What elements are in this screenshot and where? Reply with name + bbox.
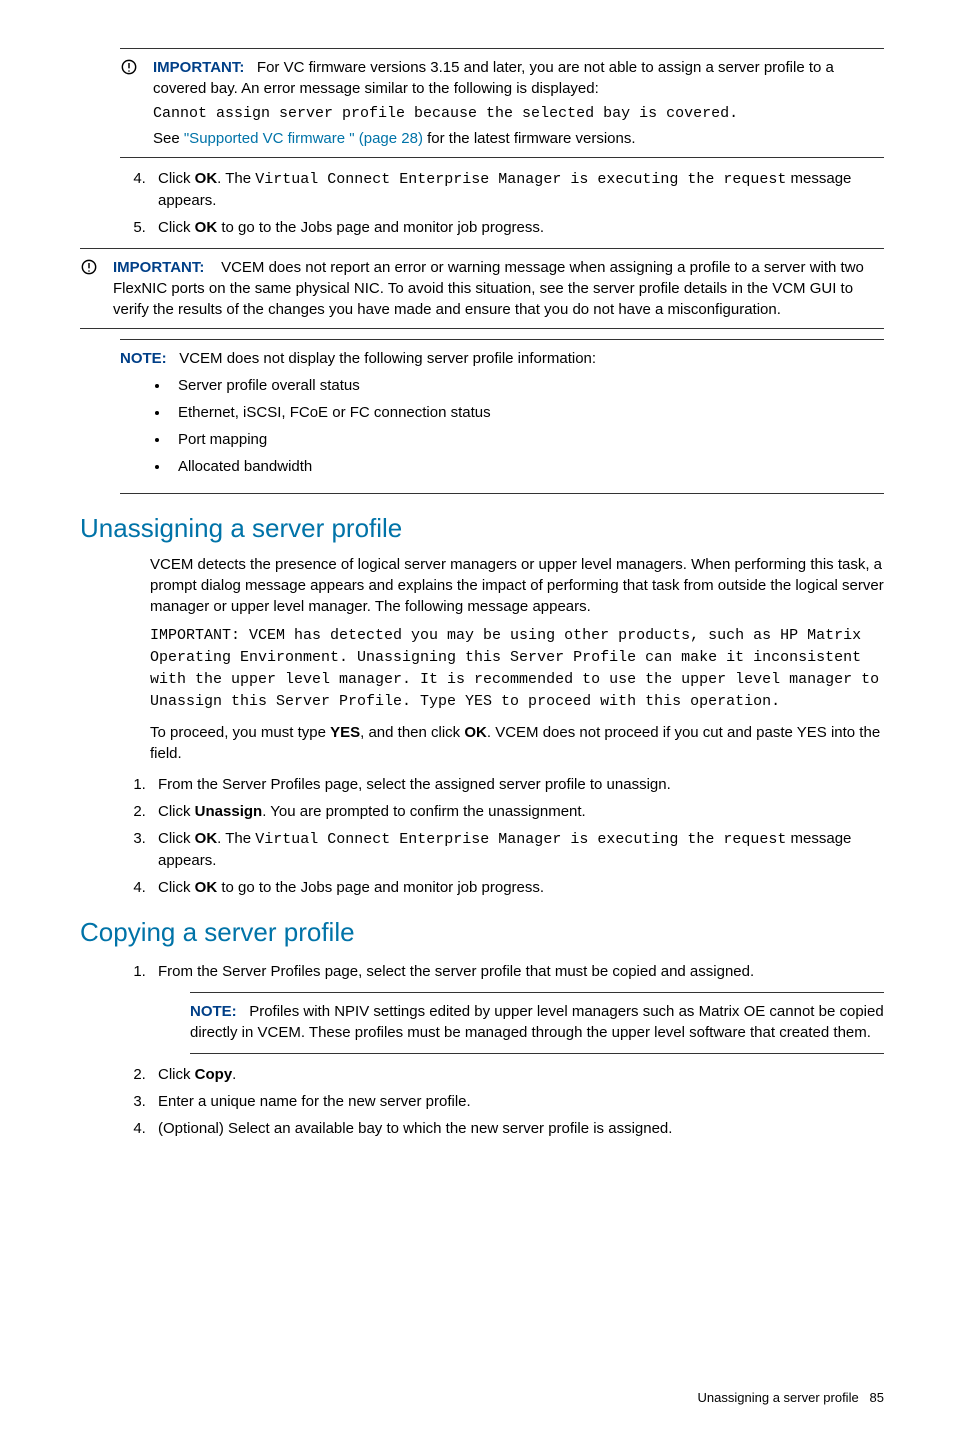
- t: Click: [158, 170, 195, 187]
- ok-label: OK: [195, 879, 218, 896]
- important-text: IMPORTANT: For VC firmware versions 3.15…: [153, 57, 884, 99]
- important-icon: [80, 259, 98, 281]
- list-item: Port mapping: [170, 429, 884, 450]
- see-suffix: for the latest firmware versions.: [423, 130, 636, 147]
- note-text: VCEM does not display the following serv…: [179, 350, 596, 367]
- t: To proceed, you must type: [150, 724, 330, 741]
- list-item: Ethernet, iSCSI, FCoE or FC connection s…: [170, 402, 884, 423]
- important-icon: [120, 59, 138, 81]
- code: Virtual Connect Enterprise Manager is ex…: [255, 831, 786, 848]
- t: . The: [217, 830, 255, 847]
- paragraph: To proceed, you must type YES, and then …: [150, 722, 884, 764]
- code-block: IMPORTANT: VCEM has detected you may be …: [150, 625, 884, 712]
- note-bullets: Server profile overall status Ethernet, …: [120, 375, 884, 477]
- t: to go to the Jobs page and monitor job p…: [217, 879, 544, 896]
- step-3: Enter a unique name for the new server p…: [150, 1091, 884, 1112]
- yes-label: YES: [330, 724, 360, 741]
- step-2: Click Copy.: [150, 1064, 884, 1085]
- important-label: IMPORTANT:: [153, 59, 244, 76]
- t: Click: [158, 1066, 195, 1083]
- important-line: For VC firmware versions 3.15 and later,…: [153, 59, 834, 97]
- steps-continued: Click OK. The Virtual Connect Enterprise…: [120, 168, 884, 238]
- ok-label: OK: [195, 219, 218, 236]
- step-4: Click OK to go to the Jobs page and moni…: [150, 877, 884, 898]
- see-prefix: See: [153, 130, 184, 147]
- ok-label: OK: [195, 830, 218, 847]
- steps-copy: From the Server Profiles page, select th…: [120, 961, 884, 982]
- t: Click: [158, 803, 195, 820]
- list-item: Allocated bandwidth: [170, 456, 884, 477]
- important-callout-flexnic: IMPORTANT: VCEM does not report an error…: [80, 248, 884, 329]
- step-4: Click OK. The Virtual Connect Enterprise…: [150, 168, 884, 211]
- note-block-profile-info: NOTE: VCEM does not display the followin…: [120, 339, 884, 494]
- supported-firmware-link[interactable]: "Supported VC firmware " (page 28): [184, 130, 423, 147]
- step-1: From the Server Profiles page, select th…: [150, 774, 884, 795]
- paragraph: VCEM detects the presence of logical ser…: [150, 554, 884, 617]
- note-label: NOTE:: [120, 350, 167, 367]
- step-3: Click OK. The Virtual Connect Enterprise…: [150, 828, 884, 871]
- step-1: From the Server Profiles page, select th…: [150, 961, 884, 982]
- note-block-npiv: NOTE: Profiles with NPIV settings edited…: [190, 992, 884, 1054]
- important-body: VCEM does not report an error or warning…: [113, 259, 864, 318]
- note-lead: NOTE: VCEM does not display the followin…: [120, 348, 884, 369]
- note-label: NOTE:: [190, 1003, 237, 1020]
- page-footer: Unassigning a server profile 85: [80, 1389, 884, 1407]
- step-5: Click OK to go to the Jobs page and moni…: [150, 217, 884, 238]
- step-2: Click Unassign. You are prompted to conf…: [150, 801, 884, 822]
- step-4: (Optional) Select an available bay to wh…: [150, 1118, 884, 1139]
- code: Virtual Connect Enterprise Manager is ex…: [255, 171, 786, 188]
- note-text: Profiles with NPIV settings edited by up…: [190, 1003, 884, 1041]
- steps-unassign: From the Server Profiles page, select th…: [120, 774, 884, 898]
- important-callout-firmware: IMPORTANT: For VC firmware versions 3.15…: [120, 48, 884, 158]
- t: . The: [217, 170, 255, 187]
- list-item: Server profile overall status: [170, 375, 884, 396]
- copy-label: Copy: [195, 1066, 233, 1083]
- important-label: IMPORTANT:: [113, 259, 204, 276]
- t: . You are prompted to confirm the unassi…: [262, 803, 586, 820]
- t: to go to the Jobs page and monitor job p…: [217, 219, 544, 236]
- t: , and then click: [360, 724, 464, 741]
- page-number: 85: [870, 1390, 884, 1405]
- t: Click: [158, 879, 195, 896]
- ok-label: OK: [195, 170, 218, 187]
- heading-unassigning: Unassigning a server profile: [80, 510, 884, 546]
- see-line: See "Supported VC firmware " (page 28) f…: [153, 128, 884, 149]
- ok-label: OK: [464, 724, 487, 741]
- important-text: IMPORTANT: VCEM does not report an error…: [113, 257, 884, 320]
- t: .: [232, 1066, 236, 1083]
- footer-title: Unassigning a server profile: [698, 1390, 859, 1405]
- unassign-label: Unassign: [195, 803, 263, 820]
- heading-copying: Copying a server profile: [80, 914, 884, 950]
- t: Click: [158, 219, 195, 236]
- code-line: Cannot assign server profile because the…: [153, 103, 884, 124]
- steps-copy-cont: Click Copy. Enter a unique name for the …: [120, 1064, 884, 1139]
- t: Click: [158, 830, 195, 847]
